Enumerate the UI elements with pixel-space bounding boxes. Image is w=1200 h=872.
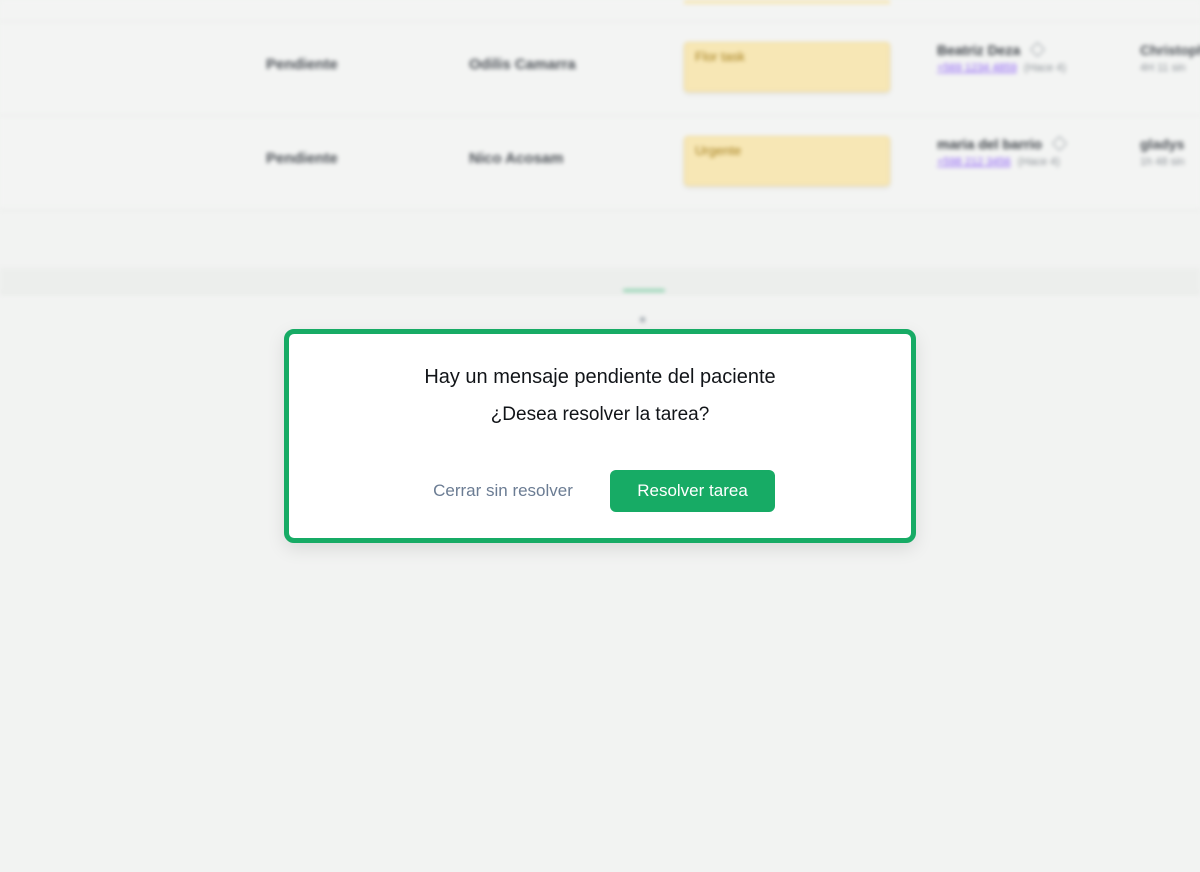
patient-cell: Odilis Camarra (469, 56, 576, 73)
confirm-dialog: Hay un mensaje pendiente del paciente ¿D… (284, 329, 916, 543)
resolve-task-button[interactable]: Resolver tarea (610, 470, 775, 512)
extra-sub: 1h 48 sin (1140, 156, 1185, 168)
assignee-name: Beatriz Deza (937, 42, 1021, 58)
note-card-edge (684, 0, 890, 4)
patient-cell: Nico Acosam (469, 150, 564, 167)
note-text: Flor task (695, 49, 745, 64)
dialog-title: Hay un mensaje pendiente del paciente (424, 366, 776, 388)
assignee-phone-link[interactable]: +569 1234 4859 (937, 62, 1017, 74)
edit-icon[interactable] (1051, 135, 1068, 152)
note-card[interactable]: Flor task (684, 42, 890, 92)
assignee-phone-link[interactable]: +598 212 3456 (937, 156, 1011, 168)
assignee-cell: maria del barrio +598 212 3456 (Hace 4) (937, 135, 1127, 168)
assignee-name: maria del barrio (937, 136, 1043, 152)
extra-name: Christopher (1140, 42, 1200, 58)
assignee-cell: Beatriz Deza +569 1234 4859 (Hace 4) (937, 41, 1127, 74)
assignee-age: (Hace 4) (1017, 156, 1060, 168)
edit-icon[interactable] (1029, 41, 1046, 58)
extra-cell: Christopher 4H 11 sin (1140, 42, 1200, 74)
pagination-dot-icon: ● (639, 312, 647, 326)
table-footer (0, 268, 1200, 294)
assignee-age: (Hace 4) (1023, 62, 1067, 74)
extra-sub: 4H 11 sin (1140, 62, 1186, 74)
close-without-resolving-button[interactable]: Cerrar sin resolver (415, 470, 591, 512)
note-card[interactable]: Urgente (684, 136, 890, 186)
table-row[interactable]: Pendiente Nico Acosam Urgente maria del … (0, 116, 1200, 210)
table-row-partial (0, 0, 1200, 22)
extra-cell: gladys 1h 48 sin (1140, 136, 1200, 168)
pagination-indicator (623, 289, 665, 292)
extra-name: gladys (1140, 136, 1185, 152)
status-cell: Pendiente (266, 56, 338, 73)
status-cell: Pendiente (266, 150, 338, 167)
dialog-question: ¿Desea resolver la tarea? (490, 404, 710, 425)
note-text: Urgente (695, 143, 742, 158)
table-row[interactable]: Pendiente Odilis Camarra Flor task Beatr… (0, 22, 1200, 116)
